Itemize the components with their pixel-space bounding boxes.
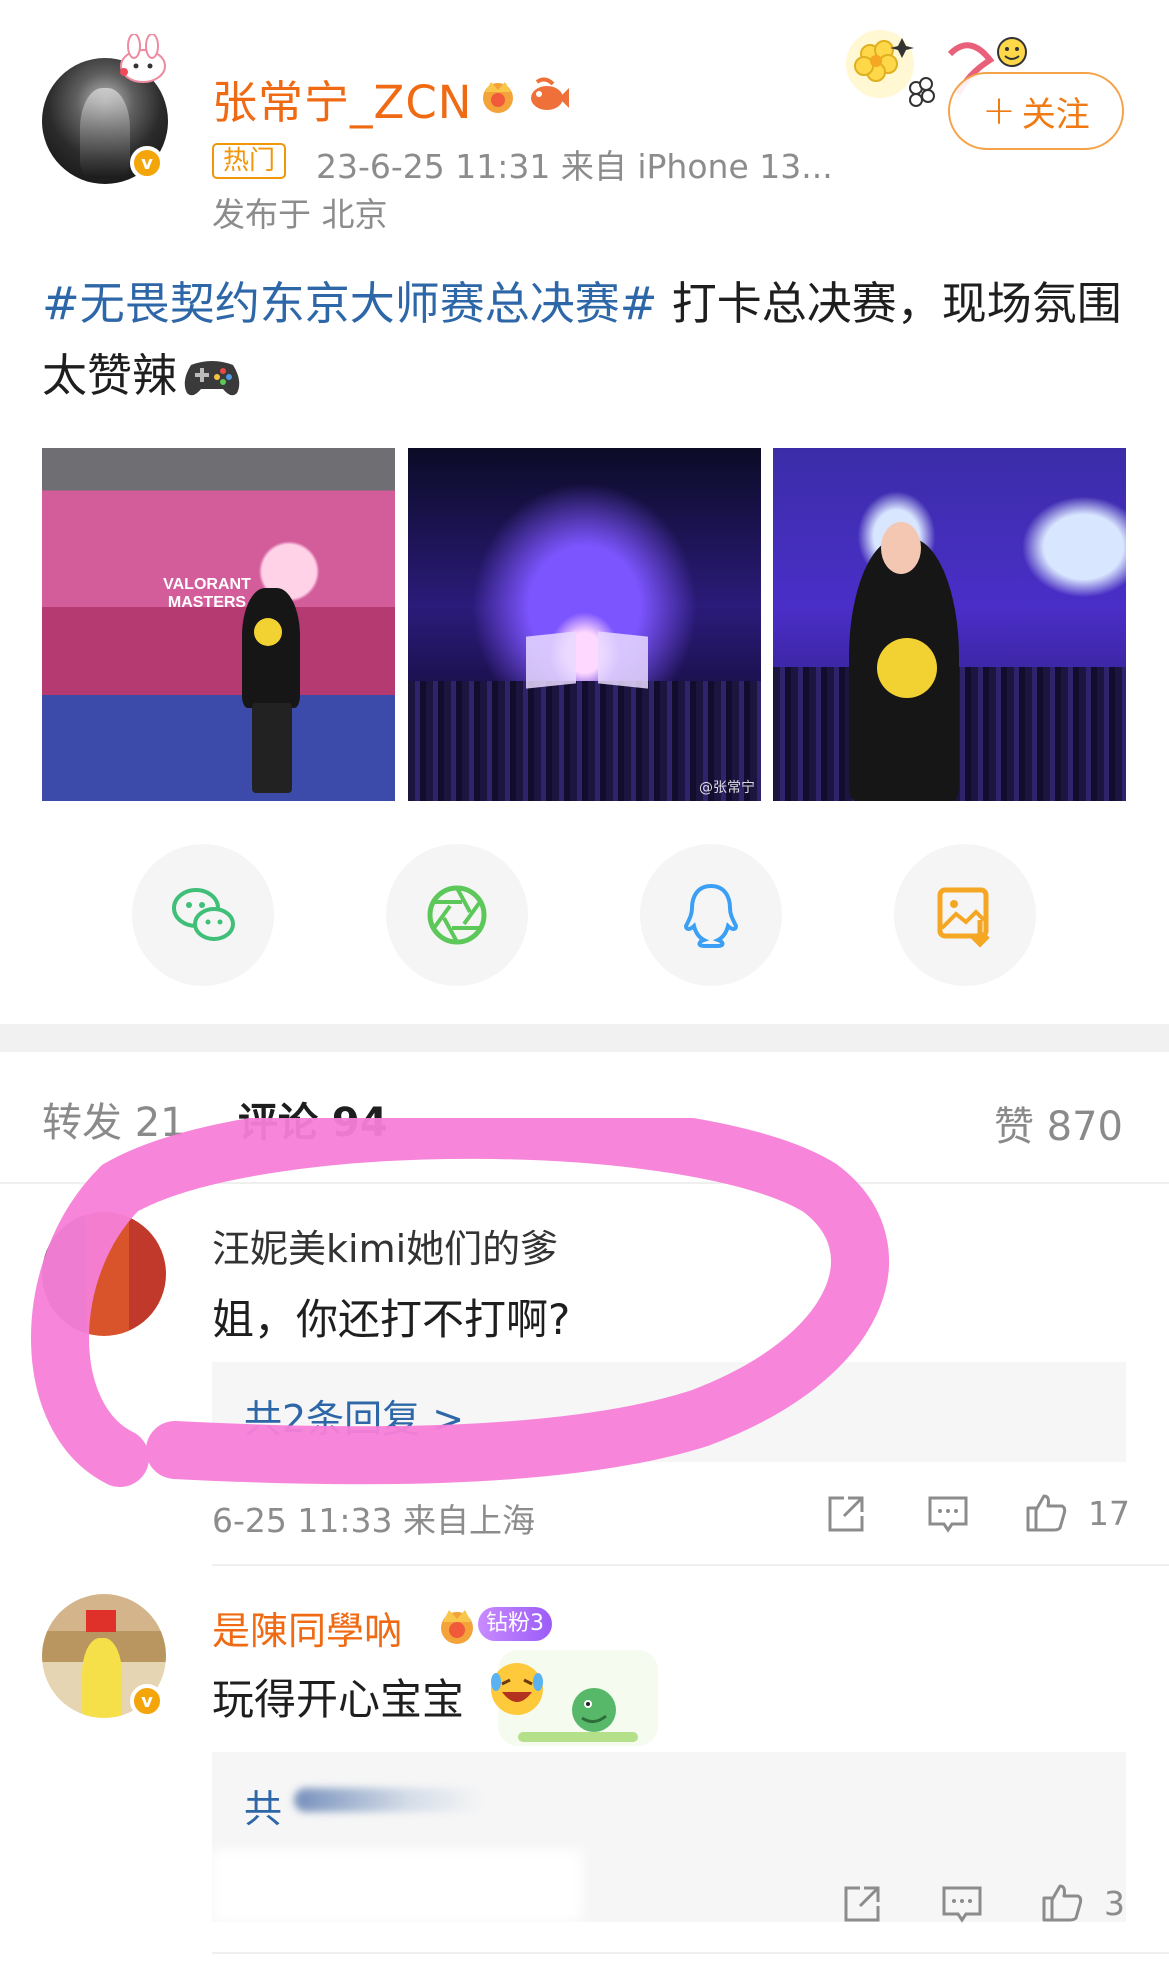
comment-like-count: 17 <box>1088 1494 1130 1533</box>
follow-label: 关注 <box>1021 94 1090 135</box>
tabs-divider <box>0 1182 1169 1184</box>
comment-like-button[interactable] <box>1038 1878 1086 1926</box>
comment-text: 玩得开心宝宝 <box>212 1675 465 1724</box>
author-name[interactable]: 张常宁_ZCN <box>212 66 472 131</box>
share-qq-button[interactable] <box>640 844 782 986</box>
comment-divider <box>212 1952 1169 1954</box>
photo-smiley <box>254 618 282 646</box>
share-moments-button[interactable] <box>386 844 528 986</box>
blurred-reply-text <box>294 1788 484 1812</box>
post-meta: 23-6-25 11:31 来自 iPhone 13... <box>316 147 833 186</box>
publish-location: 发布于 北京 <box>212 195 388 234</box>
comment-author[interactable]: 汪妮美kimi她们的爹 <box>212 1218 558 1273</box>
wechat-icon <box>172 888 235 941</box>
view-replies-link[interactable]: 共 <box>244 1778 282 1833</box>
photo-screen <box>598 631 648 689</box>
tab-like[interactable]: 赞 870 <box>994 1094 1123 1152</box>
comment-divider <box>212 1564 1169 1566</box>
comment-like-button[interactable] <box>1022 1488 1070 1536</box>
post-content: #无畏契约东京大师赛总决赛# 打卡总决赛，现场氛围太赞辣 <box>42 268 1132 412</box>
save-image-icon <box>937 887 990 948</box>
thumbs-up-icon <box>1042 1884 1083 1922</box>
comment-replies-box[interactable]: 共2条回复 > <box>212 1362 1126 1462</box>
comment-icon <box>942 1886 982 1923</box>
photo-legs <box>252 703 292 793</box>
flag-icon <box>86 1610 116 1632</box>
comment-replies-box[interactable]: 共 <box>212 1752 1126 1922</box>
photo-face <box>881 522 921 574</box>
moments-aperture-icon <box>427 885 487 945</box>
fish-badge-icon <box>531 77 569 110</box>
verified-icon: v <box>130 1684 164 1718</box>
qq-icon <box>683 883 739 948</box>
fan-level-badge: 钻粉3 <box>478 1607 552 1641</box>
view-replies-link[interactable]: 共2条回复 > <box>244 1388 464 1443</box>
avatar-person <box>82 1638 122 1718</box>
photo-watermark: @张常宁 <box>699 780 755 796</box>
save-image-button[interactable] <box>894 844 1036 986</box>
comment-reply-button[interactable] <box>938 1880 986 1928</box>
comment-author[interactable]: 是陳同學吶 <box>212 1600 402 1655</box>
share-wechat-button[interactable] <box>132 844 274 986</box>
plus-icon: + <box>982 88 1016 134</box>
photo-person <box>242 588 300 708</box>
comment-share-button[interactable] <box>838 1880 886 1928</box>
comment-reply-button[interactable] <box>924 1490 972 1538</box>
post-photo-1[interactable]: VALORANT MASTERS <box>42 448 395 801</box>
hot-tag: 热门 <box>212 143 287 179</box>
verified-icon: v <box>130 146 164 180</box>
thumbs-up-icon <box>1026 1494 1067 1532</box>
comment-like-count: 3 <box>1104 1884 1125 1923</box>
topic-link[interactable]: #无畏契约东京大师赛总决赛# <box>42 277 657 330</box>
follow-button[interactable]: + 关注 <box>948 72 1124 150</box>
section-divider <box>0 1024 1169 1052</box>
comment-avatar[interactable] <box>42 1212 166 1336</box>
comment-icon <box>928 1496 968 1533</box>
post-photo-2[interactable]: @张常宁 <box>408 448 761 801</box>
crown-badge-icon <box>483 82 513 113</box>
laughing-emoji-icon <box>491 1663 543 1715</box>
photo-screen <box>526 631 576 689</box>
comment-meta: 6-25 11:33 来自上海 <box>212 1501 535 1540</box>
tab-repost[interactable]: 转发 21 <box>42 1090 186 1148</box>
comment-share-button[interactable] <box>822 1490 870 1538</box>
gamepad-emoji-icon <box>184 361 240 396</box>
photo-smiley <box>877 638 937 698</box>
share-icon <box>844 1886 880 1922</box>
rabbit-decoration-icon <box>120 34 166 83</box>
post-photo-3[interactable] <box>773 448 1126 801</box>
share-icon <box>828 1496 864 1532</box>
crown-badge-icon <box>441 1610 473 1644</box>
blurred-area <box>212 1850 582 1922</box>
comment-text: 姐，你还打不打啊? <box>212 1295 571 1344</box>
tab-comment[interactable]: 评论 94 <box>238 1090 388 1148</box>
avatar-silhouette <box>80 88 130 178</box>
